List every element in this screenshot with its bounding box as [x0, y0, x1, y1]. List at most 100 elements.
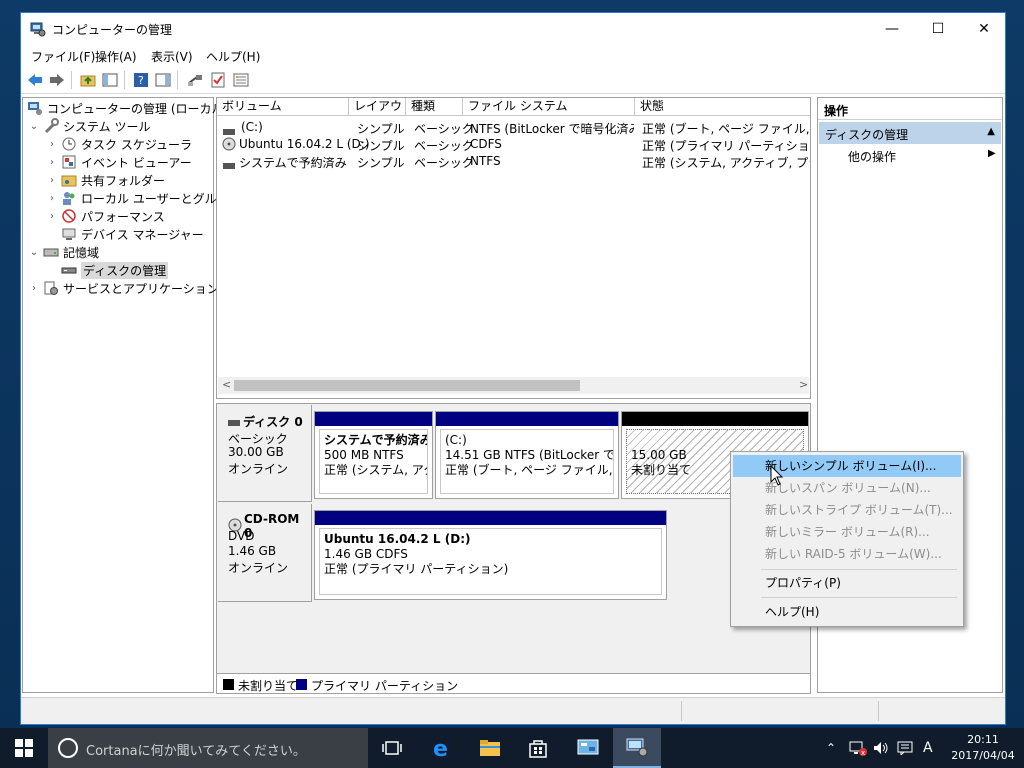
menu-separator [761, 597, 957, 598]
task-view-button[interactable] [368, 728, 416, 768]
ime-indicator[interactable]: A [923, 728, 933, 768]
cell-filesystem: NTFS (BitLocker で暗号化済み) [470, 122, 634, 136]
tree-item-label: イベント ビューアー [81, 155, 192, 170]
menu-bar: ファイル(F) 操作(A) 表示(V) ヘルプ(H) [21, 44, 1005, 66]
action-center-icon[interactable] [897, 728, 913, 768]
scroll-left-icon[interactable]: < [222, 378, 231, 391]
back-arrow-icon[interactable] [26, 71, 44, 89]
list-view-icon[interactable] [232, 71, 250, 89]
properties-view-icon[interactable] [154, 71, 172, 89]
cell-layout: シンプル [357, 156, 405, 170]
table-row[interactable]: Ubuntu 16.04.2 L (D:) シンプル ベーシック CDFS 正常… [217, 136, 810, 153]
chevron-right-icon[interactable]: › [29, 283, 39, 294]
disk-0-state: オンライン [228, 462, 289, 476]
actions-group-label: ディスクの管理 [825, 128, 909, 142]
partition-system-reserved[interactable]: システムで予約済み 500 MB NTFS 正常 (システム, アクティブ, プ… [314, 411, 433, 499]
menu-item-help[interactable]: ヘルプ(H) [733, 601, 961, 623]
cell-status: 正常 (システム, アクティブ, プライマリ パ [642, 156, 810, 170]
menu-action[interactable]: 操作(A) [95, 48, 137, 65]
mouse-cursor-icon [770, 464, 784, 487]
tree-item-root[interactable]: コンピューターの管理 (ローカル) [27, 99, 228, 117]
file-explorer-button[interactable] [466, 728, 514, 768]
horizontal-scrollbar[interactable]: < > [218, 377, 809, 394]
partition-d-drive[interactable]: Ubuntu 16.04.2 L (D:) 1.46 GB CDFS 正常 (プ… [314, 510, 667, 600]
column-header-volume[interactable]: ボリューム [217, 98, 349, 116]
column-header-type[interactable]: 種類 [406, 98, 463, 116]
performance-icon [61, 208, 77, 224]
close-icon: ✕ [978, 20, 990, 37]
tree-item-label: 記憶域 [63, 245, 100, 260]
table-row[interactable]: (C:) シンプル ベーシック NTFS (BitLocker で暗号化済み) … [217, 119, 810, 136]
menu-separator [761, 569, 957, 570]
show-hidden-icons-chevron-icon[interactable]: ⌃ [826, 728, 836, 768]
close-button[interactable]: ✕ [961, 13, 1007, 44]
legend: 未割り当て プライマリ パーティション [217, 673, 810, 693]
chevron-right-icon[interactable]: › [47, 139, 57, 150]
column-header-layout[interactable]: レイアウト [349, 98, 406, 116]
cortana-search-box[interactable]: Cortanaに何か聞いてみてください。 [48, 728, 368, 768]
maximize-button[interactable]: ☐ [915, 13, 961, 44]
scroll-right-icon[interactable]: > [799, 378, 808, 391]
tree-item-system-tools[interactable]: ⌄ システム ツール [29, 117, 150, 135]
cell-filesystem: NTFS [470, 154, 501, 168]
chevron-down-icon[interactable]: ⌄ [29, 247, 39, 258]
partition-c-drive[interactable]: (C:) 14.51 GB NTFS (BitLocker で暗号化済み) 正常… [435, 411, 619, 499]
menu-file[interactable]: ファイル(F) [31, 48, 95, 65]
tree-item-local-users[interactable]: › ローカル ユーザーとグループ [47, 189, 240, 207]
tree-item-label: コンピューターの管理 (ローカル) [47, 101, 229, 116]
chevron-down-icon[interactable]: ⌄ [29, 121, 39, 132]
start-button[interactable] [0, 728, 48, 768]
menu-item-new-simple-volume[interactable]: 新しいシンプル ボリューム(I)... [733, 455, 961, 477]
help-icon[interactable]: ? [132, 71, 150, 89]
cortana-icon [58, 738, 78, 758]
title-bar[interactable]: コンピューターの管理 — ☐ ✕ [21, 13, 1005, 44]
forward-arrow-icon[interactable] [48, 71, 66, 89]
tree-item-shared-folders[interactable]: › 共有フォルダー [47, 171, 165, 189]
minimize-button[interactable]: — [869, 13, 915, 44]
tree-item-disk-management[interactable]: ディスクの管理 [61, 261, 169, 279]
tree-item-storage[interactable]: ⌄ 記憶域 [29, 243, 99, 261]
partition-title: (C:) [445, 433, 467, 447]
cdrom-0-label[interactable]: CD-ROM 0 DVD 1.46 GB オンライン [218, 504, 312, 602]
status-bar [21, 697, 1005, 724]
checklist-icon[interactable] [209, 71, 227, 89]
chevron-right-icon[interactable]: › [47, 175, 57, 186]
chevron-right-icon[interactable]: › [47, 193, 57, 204]
menu-view[interactable]: 表示(V) [151, 48, 193, 65]
tree-item-task-scheduler[interactable]: › タスク スケジューラ [47, 135, 192, 153]
column-header-filesystem[interactable]: ファイル システム [463, 98, 635, 116]
volume-speaker-icon[interactable] [873, 728, 889, 768]
chevron-right-icon[interactable]: › [47, 157, 57, 168]
svg-text:?: ? [138, 74, 144, 87]
computer-management-taskbar-button[interactable] [613, 728, 661, 768]
store-button[interactable] [514, 728, 562, 768]
network-warning-icon[interactable]: x [849, 728, 867, 768]
clock[interactable]: 20:11 2017/04/04 [948, 732, 1018, 764]
show-hide-tree-icon[interactable] [101, 71, 119, 89]
scrollbar-thumb[interactable] [234, 380, 580, 391]
submenu-arrow-icon[interactable]: ▶ [988, 148, 996, 159]
edge-button[interactable]: e [418, 728, 466, 768]
collapse-up-icon[interactable]: ▲ [987, 126, 995, 137]
table-row[interactable]: システムで予約済み シンプル ベーシック NTFS 正常 (システム, アクティ… [217, 153, 810, 170]
actions-other-operations[interactable]: 他の操作 [848, 148, 896, 165]
column-header-status[interactable]: 状態 [635, 98, 810, 116]
menu-item-properties[interactable]: プロパティ(P) [733, 572, 961, 594]
center-pane: ボリューム レイアウト 種類 ファイル システム 状態 (C:) シンプル ベー… [216, 97, 811, 696]
chevron-right-icon[interactable]: › [47, 211, 57, 222]
tree-item-device-manager[interactable]: デバイス マネージャー [61, 225, 204, 243]
actions-group-disk-management[interactable]: ディスクの管理 ▲ [819, 122, 1001, 144]
disk-0-label[interactable]: ディスク 0 ベーシック 30.00 GB オンライン [218, 405, 312, 502]
control-panel-button[interactable] [564, 728, 612, 768]
connect-icon[interactable] [186, 71, 204, 89]
up-folder-icon[interactable] [79, 71, 97, 89]
partition-status: 正常 (ブート, ページ ファイル, クラッシュ ダンプ [445, 463, 613, 477]
menu-help[interactable]: ヘルプ(H) [206, 48, 260, 65]
svg-text:e: e [433, 737, 448, 759]
task-view-icon [382, 741, 402, 755]
tree-item-performance[interactable]: › パフォーマンス [47, 207, 165, 225]
tree-item-services[interactable]: › サービスとアプリケーション [29, 279, 219, 297]
cell-layout: シンプル [357, 122, 405, 136]
tree-item-event-viewer[interactable]: › イベント ビューアー [47, 153, 192, 171]
primary-partition-bar [315, 511, 666, 525]
